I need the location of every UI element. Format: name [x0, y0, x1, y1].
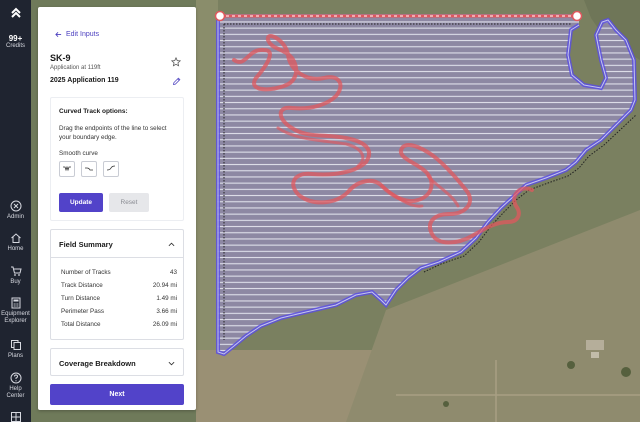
curve-sharp-icon: [63, 165, 71, 172]
nav-grid[interactable]: [0, 411, 31, 422]
nav-equipment-label-2: Explorer: [4, 318, 27, 324]
curve-medium-icon: [85, 167, 93, 171]
coverage-breakdown[interactable]: Coverage Breakdown: [50, 348, 184, 376]
copy-icon: [10, 339, 22, 351]
smooth-option-3[interactable]: [103, 161, 119, 177]
chevron-up-icon: [168, 242, 175, 247]
application-name: 2025 Application 119: [50, 77, 119, 84]
update-button[interactable]: Update: [59, 193, 103, 212]
edit-inputs-label: Edit Inputs: [66, 31, 100, 38]
nav-rail: 99+ Credits Admin Home Buy Equipment Exp…: [0, 0, 31, 422]
credits-count: 99+: [8, 34, 23, 43]
nav-help-center[interactable]: Help Center: [0, 372, 31, 400]
nav-admin[interactable]: Admin: [0, 200, 31, 221]
app-logo-icon[interactable]: [0, 6, 31, 23]
coverage-breakdown-title: Coverage Breakdown: [59, 359, 136, 368]
summary-row-value: 26.09 mi: [152, 321, 177, 328]
nav-equipment-explorer[interactable]: Equipment Explorer: [0, 297, 31, 325]
field-summary-header[interactable]: Field Summary: [51, 230, 183, 258]
nav-plans[interactable]: Plans: [0, 339, 31, 360]
nav-home[interactable]: Home: [0, 232, 31, 253]
map-canvas[interactable]: [196, 0, 640, 422]
smooth-option-1[interactable]: [59, 161, 75, 177]
field-summary-title: Field Summary: [59, 240, 113, 249]
curved-track-options: Curved Track options: Drag the endpoints…: [50, 97, 184, 221]
summary-row-label: Number of Tracks: [61, 269, 111, 276]
arrow-left-icon: [55, 32, 62, 37]
smooth-curve-label: Smooth curve: [59, 150, 98, 157]
summary-row-label: Turn Distance: [61, 295, 100, 302]
summary-row-value: 1.49 mi: [156, 295, 177, 302]
nav-buy-label: Buy: [10, 279, 21, 285]
help-icon: [10, 372, 22, 384]
side-panel: Edit Inputs SK-9 Application at 119ft 20…: [38, 7, 196, 410]
grid-icon: [10, 411, 22, 422]
home-icon: [10, 232, 22, 244]
pencil-icon[interactable]: [172, 77, 181, 86]
nav-equipment-label-1: Equipment: [1, 311, 30, 317]
field-map[interactable]: [196, 0, 640, 422]
field-summary: Field Summary Number of Tracks 43 Track …: [50, 229, 184, 340]
close-circle-icon: [10, 200, 22, 212]
field-subtitle: Application at 119ft: [50, 65, 101, 71]
next-button[interactable]: Next: [50, 384, 184, 405]
summary-row-value: 20.94 mi: [152, 282, 177, 289]
summary-row-label: Total Distance: [61, 321, 101, 328]
summary-row-label: Perimeter Pass: [61, 308, 105, 315]
summary-row-label: Track Distance: [61, 282, 103, 289]
edit-inputs-link[interactable]: Edit Inputs: [55, 31, 99, 38]
edge-start-handle[interactable]: [214, 10, 226, 22]
summary-row-value: 3.66 mi: [156, 308, 177, 315]
smooth-option-2[interactable]: [81, 161, 97, 177]
reset-button[interactable]: Reset: [109, 193, 149, 212]
cart-icon: [10, 265, 22, 277]
credits-label: Credits: [5, 43, 25, 49]
star-icon[interactable]: [171, 57, 181, 67]
nav-plans-label: Plans: [7, 353, 23, 359]
nav-admin-label: Admin: [6, 214, 24, 220]
summary-row-value: 43: [169, 269, 177, 276]
calculator-icon: [10, 297, 22, 309]
edge-end-handle[interactable]: [571, 10, 583, 22]
nav-help-label-2: Center: [6, 393, 25, 399]
curved-track-description: Drag the endpoints of the line to select…: [59, 125, 167, 141]
curved-track-title: Curved Track options:: [59, 108, 128, 115]
curve-smooth-icon: [106, 165, 116, 171]
nav-buy[interactable]: Buy: [0, 265, 31, 286]
chevron-down-icon: [168, 361, 175, 366]
nav-home-label: Home: [7, 246, 24, 252]
credits-indicator[interactable]: 99+ Credits: [0, 34, 31, 49]
nav-help-label-1: Help: [9, 386, 22, 392]
field-name: SK-9: [50, 53, 71, 63]
